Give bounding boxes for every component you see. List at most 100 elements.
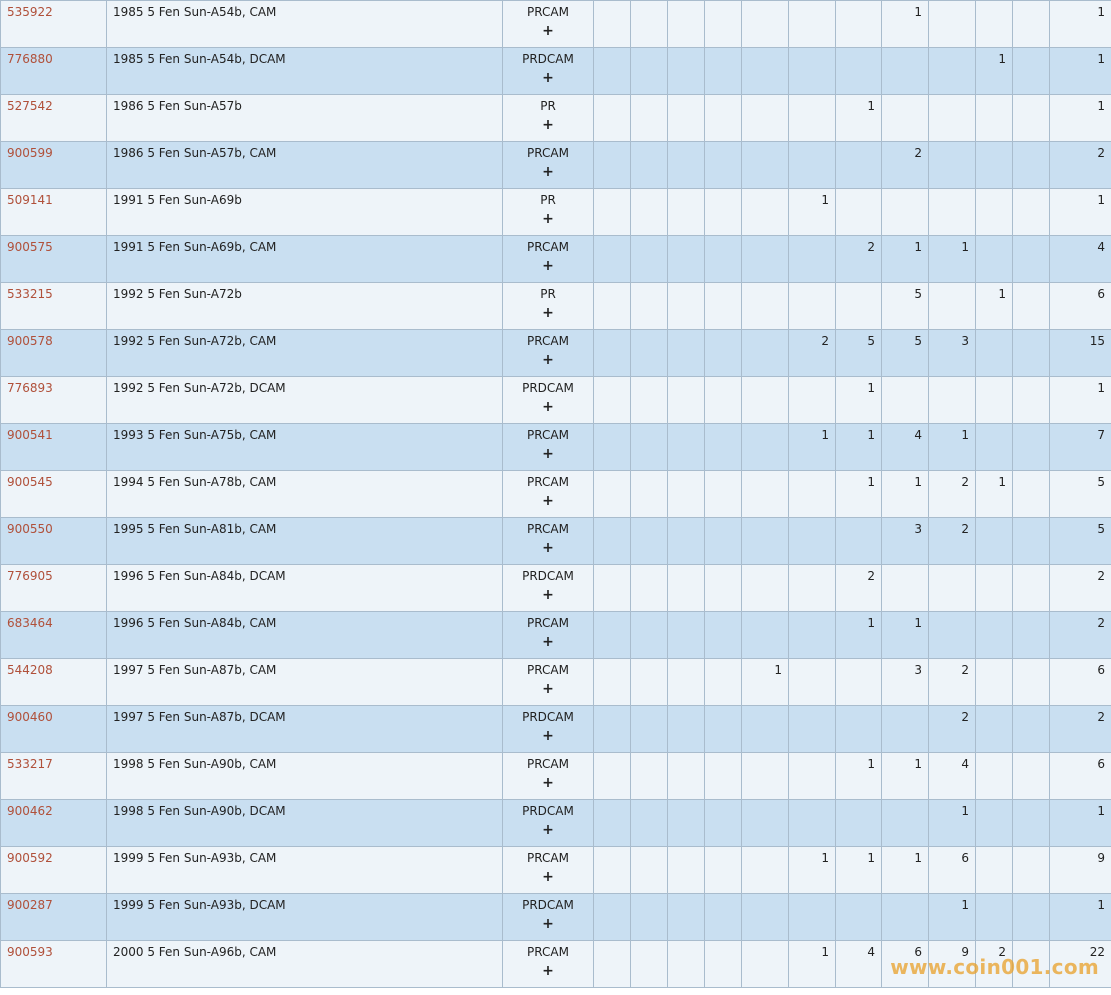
grade-count-cell <box>1012 141 1050 189</box>
expand-plus-button[interactable]: + <box>509 211 587 227</box>
designation-cell: PRCAM + <box>502 658 594 706</box>
expand-plus-button[interactable]: + <box>509 728 587 744</box>
grade-count-cell: 2 <box>975 940 1013 988</box>
grade-count-cell <box>1012 705 1050 753</box>
grade-count-cell <box>741 188 789 236</box>
grade-count-cell <box>1012 799 1050 847</box>
pcgs-number-cell: 900593 <box>0 940 107 988</box>
table-row: 544208 1997 5 Fen Sun-A87b, CAM PRCAM +1 3 2 6 <box>0 658 1111 706</box>
expand-plus-button[interactable]: + <box>509 634 587 650</box>
grade-count-cell <box>667 517 705 565</box>
expand-plus-button[interactable]: + <box>509 258 587 274</box>
grade-count-cell <box>788 517 836 565</box>
expand-plus-button[interactable]: + <box>509 869 587 885</box>
expand-plus-button[interactable]: + <box>509 23 587 39</box>
grade-count-cell: 2 <box>928 470 976 518</box>
pcgs-number-link[interactable]: 527542 <box>7 99 53 113</box>
grade-count-cell: 6 <box>881 940 929 988</box>
grade-count-cell <box>1012 282 1050 330</box>
total-count-cell: 5 <box>1049 517 1111 565</box>
designation-label: PR <box>540 193 556 207</box>
grade-count-cell <box>667 752 705 800</box>
pcgs-number-link[interactable]: 776905 <box>7 569 53 583</box>
designation-label: PRCAM <box>527 616 569 630</box>
expand-plus-button[interactable]: + <box>509 399 587 415</box>
grade-count-cell <box>630 752 668 800</box>
designation-label: PR <box>540 287 556 301</box>
total-count-cell: 15 <box>1049 329 1111 377</box>
expand-plus-button[interactable]: + <box>509 493 587 509</box>
grade-count-cell <box>704 846 742 894</box>
grade-count-cell <box>704 470 742 518</box>
pcgs-number-link[interactable]: 900599 <box>7 146 53 160</box>
pcgs-number-link[interactable]: 533215 <box>7 287 53 301</box>
coin-description: 1994 5 Fen Sun-A78b, CAM <box>106 470 503 518</box>
grade-count-cell <box>704 799 742 847</box>
coin-description: 1991 5 Fen Sun-A69b, CAM <box>106 235 503 283</box>
expand-plus-button[interactable]: + <box>509 305 587 321</box>
grade-count-cell <box>835 799 882 847</box>
grade-count-cell <box>704 564 742 612</box>
grade-count-cell: 5 <box>881 282 929 330</box>
pcgs-number-link[interactable]: 533217 <box>7 757 53 771</box>
expand-plus-button[interactable]: + <box>509 540 587 556</box>
coin-description: 1997 5 Fen Sun-A87b, CAM <box>106 658 503 706</box>
designation-cell: PRDCAM + <box>502 47 594 95</box>
expand-plus-button[interactable]: + <box>509 916 587 932</box>
grade-count-cell <box>630 893 668 941</box>
expand-plus-button[interactable]: + <box>509 963 587 979</box>
total-count-cell: 22 <box>1049 940 1111 988</box>
grade-count-cell: 1 <box>835 94 882 142</box>
expand-plus-button[interactable]: + <box>509 164 587 180</box>
total-count-cell: 1 <box>1049 893 1111 941</box>
pcgs-number-cell: 900575 <box>0 235 107 283</box>
pcgs-number-link[interactable]: 900575 <box>7 240 53 254</box>
coin-description: 1999 5 Fen Sun-A93b, CAM <box>106 846 503 894</box>
pcgs-number-link[interactable]: 900545 <box>7 475 53 489</box>
pcgs-number-link[interactable]: 776880 <box>7 52 53 66</box>
grade-count-cell <box>835 705 882 753</box>
expand-plus-button[interactable]: + <box>509 446 587 462</box>
pcgs-number-link[interactable]: 900462 <box>7 804 53 818</box>
expand-plus-button[interactable]: + <box>509 352 587 368</box>
grade-count-cell: 1 <box>975 470 1013 518</box>
grade-count-cell <box>704 893 742 941</box>
expand-plus-button[interactable]: + <box>509 70 587 86</box>
pcgs-number-link[interactable]: 544208 <box>7 663 53 677</box>
grade-count-cell: 1 <box>881 235 929 283</box>
grade-count-cell <box>788 658 836 706</box>
table-row: 509141 1991 5 Fen Sun-A69b PR +1 1 <box>0 188 1111 236</box>
grade-count-cell: 9 <box>928 940 976 988</box>
grade-count-cell <box>975 752 1013 800</box>
pcgs-number-link[interactable]: 776893 <box>7 381 53 395</box>
grade-count-cell <box>1012 517 1050 565</box>
expand-plus-button[interactable]: + <box>509 681 587 697</box>
pcgs-number-link[interactable]: 900593 <box>7 945 53 959</box>
grade-count-cell: 1 <box>928 423 976 471</box>
pcgs-number-link[interactable]: 900541 <box>7 428 53 442</box>
grade-count-cell <box>593 235 631 283</box>
expand-plus-button[interactable]: + <box>509 775 587 791</box>
pcgs-number-link[interactable]: 900460 <box>7 710 53 724</box>
pcgs-number-link[interactable]: 900550 <box>7 522 53 536</box>
designation-label: PR <box>540 99 556 113</box>
grade-count-cell <box>1012 470 1050 518</box>
designation-cell: PRCAM + <box>502 0 594 48</box>
expand-plus-button[interactable]: + <box>509 822 587 838</box>
pcgs-number-cell: 535922 <box>0 0 107 48</box>
expand-plus-button[interactable]: + <box>509 117 587 133</box>
grade-count-cell: 1 <box>835 611 882 659</box>
pcgs-number-link[interactable]: 900578 <box>7 334 53 348</box>
table-row: 533215 1992 5 Fen Sun-A72b PR +5 1 6 <box>0 282 1111 330</box>
pcgs-number-link[interactable]: 900592 <box>7 851 53 865</box>
grade-count-cell <box>788 0 836 48</box>
designation-label: PRDCAM <box>522 52 574 66</box>
grade-count-cell: 2 <box>928 658 976 706</box>
pcgs-number-link[interactable]: 683464 <box>7 616 53 630</box>
pcgs-number-link[interactable]: 900287 <box>7 898 53 912</box>
expand-plus-button[interactable]: + <box>509 587 587 603</box>
grade-count-cell <box>741 893 789 941</box>
grade-count-cell <box>630 517 668 565</box>
pcgs-number-link[interactable]: 535922 <box>7 5 53 19</box>
pcgs-number-link[interactable]: 509141 <box>7 193 53 207</box>
